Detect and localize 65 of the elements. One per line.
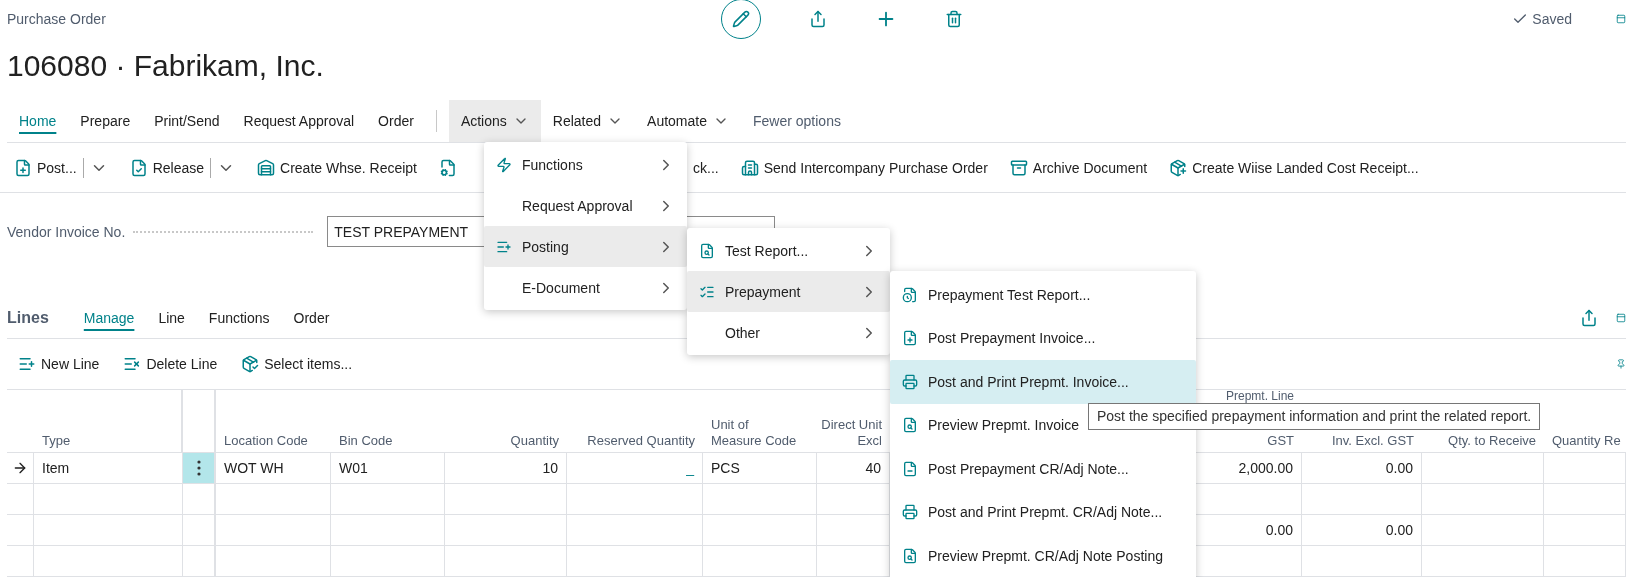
section-title: Lines: [7, 309, 49, 327]
cell-link[interactable]: _: [686, 460, 694, 476]
page-type-label: Purchase Order: [7, 11, 107, 27]
column-header: Location Code: [224, 433, 308, 449]
toolbar-button[interactable]: Post...: [14, 158, 77, 177]
fewer-options-link[interactable]: Fewer options: [741, 100, 853, 142]
column-header: Bin Code: [339, 433, 393, 449]
toolbar-button[interactable]: New Line: [18, 355, 100, 373]
toolbar-button[interactable]: Create Wiise Landed Cost Receipt...: [1169, 158, 1419, 177]
cell-text: 0.00: [1265, 522, 1293, 538]
tab[interactable]: Request Approval: [231, 100, 367, 142]
menu-tab[interactable]: Automate: [635, 100, 741, 142]
tab[interactable]: Print/Send: [142, 100, 232, 142]
column-header: Direct Unit Excl: [821, 417, 882, 449]
cell-text: PCS: [711, 460, 740, 476]
tab[interactable]: Line: [146, 310, 197, 326]
menu-item[interactable]: Functions: [484, 144, 687, 185]
tab[interactable]: Home: [7, 100, 69, 142]
column-header: Reserved Quantity: [587, 433, 695, 449]
menu-item[interactable]: Test Report...: [687, 230, 890, 271]
tab[interactable]: Functions: [196, 310, 282, 326]
cell-text: W01: [339, 460, 368, 476]
menu-item[interactable]: Preview Prepmt. CR/Adj Note Posting: [890, 534, 1196, 577]
tooltip: Post the specified prepayment information and print the related report.: [1088, 403, 1541, 430]
menu-item[interactable]: Post and Print Prepmt. Invoice...: [890, 360, 1196, 404]
toolbar-button[interactable]: Select items...: [241, 355, 353, 373]
menu-item[interactable]: Posting: [484, 226, 687, 267]
field-label: Vendor Invoice No.: [7, 223, 126, 240]
toolbar-button[interactable]: Send Intercompany Purchase Order: [740, 158, 988, 177]
menu-item[interactable]: Prepayment: [687, 271, 890, 312]
menu-tab[interactable]: Related: [540, 100, 636, 142]
toolbar-button[interactable]: ck...: [693, 159, 719, 176]
tab[interactable]: Order: [366, 100, 426, 142]
toolbar-button[interactable]: Release: [129, 158, 205, 177]
cell-text: 10: [542, 460, 558, 476]
menu-item[interactable]: Post Prepayment Invoice...: [890, 316, 1196, 360]
cell-text: Item: [42, 460, 70, 476]
cell-text: 2,000.00: [1238, 460, 1293, 476]
menu-item[interactable]: Request Approval: [484, 185, 687, 226]
tab[interactable]: Prepare: [68, 100, 143, 142]
tab[interactable]: Manage: [71, 310, 147, 326]
column-header: Unit of Measure Code: [711, 417, 797, 449]
toolbar-button[interactable]: Create Whse. Receipt: [257, 158, 417, 177]
tab[interactable]: Order: [281, 310, 342, 326]
menu-item[interactable]: Post and Print Prepmt. CR/Adj Note...: [890, 490, 1196, 534]
menu-item[interactable]: Prepayment Test Report...: [890, 273, 1196, 317]
column-header: GST: [1267, 433, 1294, 449]
column-header: Inv. Excl. GST: [1331, 433, 1414, 449]
toolbar-button[interactable]: Delete Line: [123, 355, 218, 373]
column-header: Type: [42, 433, 71, 449]
cell-text: 40: [865, 460, 881, 476]
menu-item[interactable]: E-Document: [484, 267, 687, 308]
column-header: Prepmt. Line: [1225, 390, 1294, 403]
toolbar-button[interactable]: Archive Document: [1009, 158, 1148, 177]
cell-text: 0.00: [1385, 460, 1413, 476]
column-header: Quantity: [510, 433, 559, 449]
menu-tab[interactable]: Actions: [448, 100, 541, 142]
saved-status: Saved: [1512, 11, 1572, 27]
menu-item[interactable]: Post Prepayment CR/Adj Note...: [890, 447, 1196, 491]
record-title: 106080 · Fabrikam, Inc.: [7, 48, 325, 84]
column-header: Qty. to Receive: [1448, 433, 1536, 449]
menu-item[interactable]: Other: [687, 312, 890, 353]
cell-text: WOT WH: [224, 460, 284, 476]
cell-text: 0.00: [1385, 522, 1413, 538]
column-header: Quantity Re: [1552, 433, 1621, 449]
